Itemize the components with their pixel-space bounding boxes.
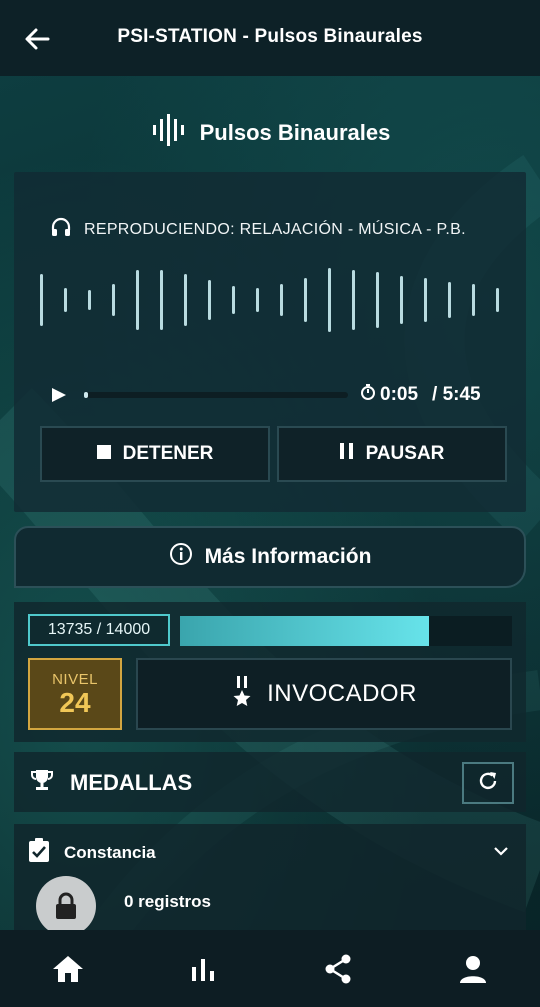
refresh-button[interactable] [462,762,514,804]
medal-icon [231,675,253,713]
brand-heading: Pulsos Binaurales [0,112,540,153]
constancia-header[interactable]: Constancia [28,838,156,867]
chevron-down-icon[interactable] [492,842,510,860]
level-card: 13735 / 14000 NIVEL 24 INVOCADOR [14,602,526,742]
pause-label: PAUSAR [365,443,445,464]
pause-button[interactable]: PAUSAR [277,426,507,482]
rank-label: INVOCADOR [267,680,417,707]
app-bar: PSI-STATION - Pulsos Binaurales [0,0,540,76]
stop-button[interactable]: DETENER [40,426,270,482]
rank-button[interactable]: INVOCADOR [136,658,512,730]
more-info-button[interactable]: Más Información [14,526,526,588]
current-time: 0:05 [380,384,419,405]
level-label: NIVEL [52,670,98,688]
constancia-section: Constancia 0 registros [14,824,526,936]
xp-counter: 13735 / 14000 [28,614,170,646]
clipboard-check-icon [28,838,50,867]
stats-icon[interactable] [173,939,233,999]
total-time: / 5:45 [432,384,481,405]
brand-name: Pulsos Binaurales [199,119,391,145]
xp-bar [180,616,512,646]
medals-title: MEDALLAS [70,770,193,795]
bottom-navigation [0,930,540,1007]
audio-player: REPRODUCIENDO: RELAJACIÓN - MÚSICA - P.B… [14,172,526,512]
progress-row: 0:05 / 5:45 [50,380,500,408]
records-count: 0 registros [124,892,211,911]
pause-icon [339,443,354,465]
trophy-icon [30,768,54,798]
now-playing: REPRODUCIENDO: RELAJACIÓN - MÚSICA - P.B… [50,216,466,243]
share-icon[interactable] [308,939,368,999]
refresh-icon [477,770,499,797]
play-icon[interactable] [50,386,68,404]
headphones-icon [50,216,72,243]
waveform [40,268,499,332]
now-playing-text: REPRODUCIENDO: RELAJACIÓN - MÚSICA - P.B… [84,220,466,238]
level-badge: NIVEL 24 [28,658,122,730]
level-number: 24 [59,686,91,718]
more-info-label: Más Información [204,545,372,568]
home-icon[interactable] [38,939,98,999]
stop-icon [96,443,111,465]
medals-header: MEDALLAS [30,768,192,798]
page-title: PSI-STATION - Pulsos Binaurales [117,26,423,47]
lock-icon [36,876,96,936]
xp-fill [180,616,429,646]
stopwatch-icon [360,384,376,406]
stop-label: DETENER [122,443,214,464]
medals-section: MEDALLAS [14,752,526,812]
progress-fill [84,392,88,398]
soundwave-icon [150,112,186,153]
progress-track[interactable] [84,392,348,398]
time-display: 0:05 / 5:45 [360,384,481,406]
info-icon [169,542,193,572]
constancia-title: Constancia [64,842,156,862]
profile-icon[interactable] [443,939,503,999]
